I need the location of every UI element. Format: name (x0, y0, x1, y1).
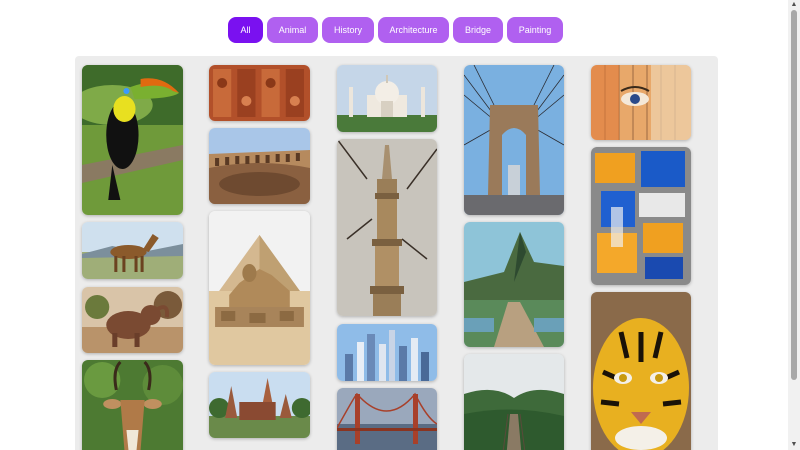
horse-photo[interactable] (82, 222, 183, 279)
suspension-footbridge-photo[interactable] (464, 354, 564, 450)
carved-wall-photo[interactable] (209, 65, 310, 121)
photo-gallery (75, 56, 718, 450)
scroll-thumb[interactable] (791, 10, 797, 380)
sphinx-pyramid-photo[interactable] (209, 211, 310, 365)
eye-mural-photo[interactable] (591, 65, 691, 140)
scroll-up-arrow-icon[interactable]: ▲ (790, 1, 798, 9)
temple-photo[interactable] (209, 372, 310, 438)
scroll-down-arrow-icon[interactable]: ▼ (790, 441, 798, 449)
filter-architecture-button[interactable]: Architecture (378, 17, 449, 43)
skyscrapers-photo[interactable] (337, 324, 437, 381)
antelope-photo[interactable] (82, 360, 183, 450)
golden-gate-photo[interactable] (337, 388, 437, 450)
abstract-painting-photo[interactable] (591, 147, 691, 285)
brooklyn-bridge-photo[interactable] (464, 65, 564, 215)
filter-animal-button[interactable]: Animal (267, 17, 318, 43)
minaret-photo[interactable] (337, 139, 437, 316)
filter-history-button[interactable]: History (322, 17, 374, 43)
colosseum-photo[interactable] (209, 128, 310, 204)
filter-all-button[interactable]: All (228, 17, 263, 43)
filter-bridge-button[interactable]: Bridge (453, 17, 503, 43)
mountain-boardwalk-photo[interactable] (464, 222, 564, 347)
tiger-painting-photo[interactable] (591, 292, 691, 450)
vertical-scrollbar[interactable]: ▲ ▼ (788, 0, 800, 450)
filter-bar: All Animal History Architecture Bridge P… (228, 17, 563, 43)
filter-painting-button[interactable]: Painting (507, 17, 563, 43)
taj-mahal-photo[interactable] (337, 65, 437, 132)
toucan-photo[interactable] (82, 65, 183, 215)
elephant-photo[interactable] (82, 287, 183, 353)
